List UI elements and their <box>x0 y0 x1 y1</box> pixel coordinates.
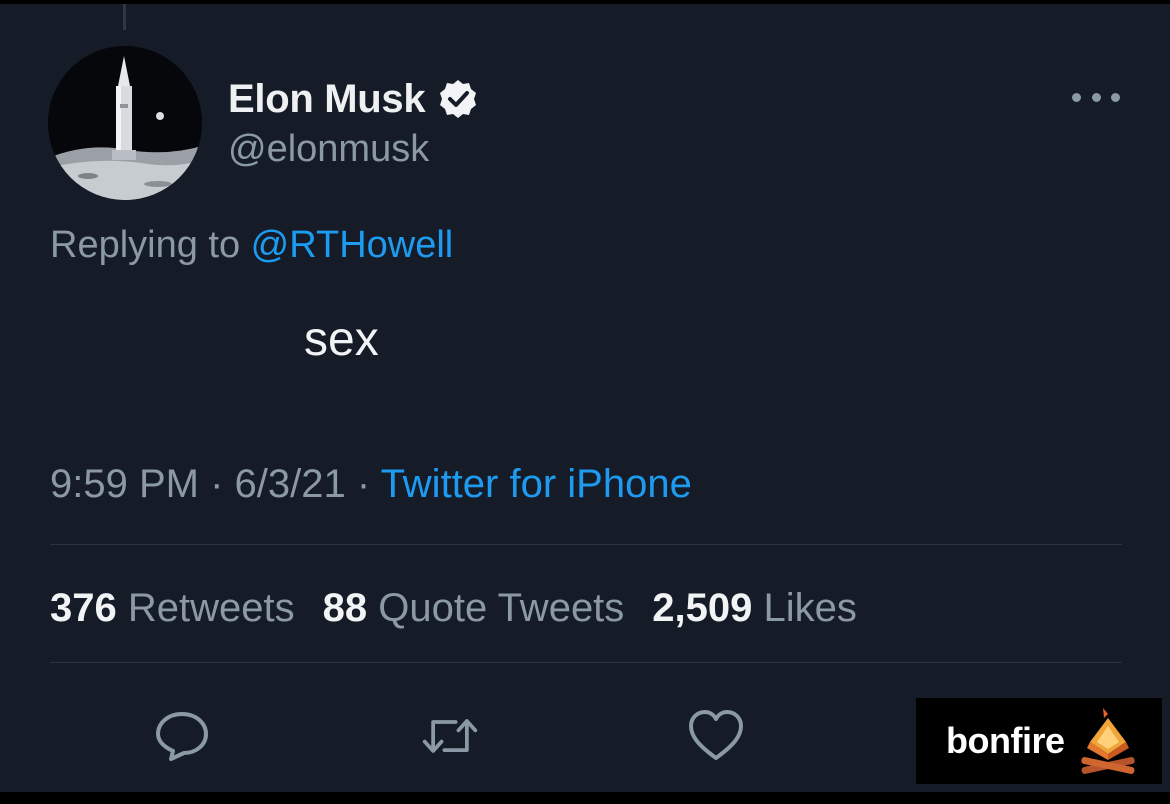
thread-connector-line <box>123 4 126 30</box>
divider <box>50 662 1122 663</box>
divider <box>50 544 1122 545</box>
author-name-row[interactable]: Elon Musk <box>228 74 479 124</box>
quote-tweets-count: 88 <box>322 586 368 630</box>
tweet-date[interactable]: 6/3/21 <box>235 462 346 506</box>
retweet-button[interactable] <box>420 706 480 766</box>
meta-separator: · <box>198 462 235 506</box>
likes-count: 2,509 <box>652 586 753 630</box>
likes-label: Likes <box>752 586 857 630</box>
reply-icon <box>156 712 208 761</box>
retweets-stat[interactable]: 376 Retweets <box>50 586 295 630</box>
bonfire-watermark: bonfire <box>916 698 1162 784</box>
retweets-label: Retweets <box>116 586 295 630</box>
like-icon <box>689 710 743 760</box>
meta-separator: · <box>345 462 381 506</box>
reply-mention-link[interactable]: @RTHowell <box>251 224 454 266</box>
replying-prefix: Replying to <box>50 224 251 266</box>
likes-stat[interactable]: 2,509 Likes <box>652 586 857 630</box>
tweet-stats: 376 Retweets 88 Quote Tweets 2,509 Likes <box>50 586 857 631</box>
avatar[interactable] <box>48 46 202 200</box>
tweet-time[interactable]: 9:59 PM <box>50 462 199 506</box>
verified-badge-icon <box>437 78 479 120</box>
reply-button[interactable] <box>152 706 212 766</box>
more-dot <box>1072 92 1081 102</box>
more-options-icon[interactable] <box>1072 82 1120 112</box>
replying-to-line: Replying to @RTHowell <box>50 224 453 267</box>
bonfire-watermark-text: bonfire <box>946 720 1065 761</box>
tweet-text: sex <box>304 313 379 366</box>
bonfire-logo-icon <box>1077 704 1139 778</box>
more-dot <box>1111 92 1120 102</box>
tweet-card: Elon Musk @elonmusk Replying to @RTHowel… <box>0 4 1170 792</box>
tweet-metadata: 9:59 PM · 6/3/21 · Twitter for iPhone <box>50 462 692 507</box>
tweet-source-link[interactable]: Twitter for iPhone <box>381 462 692 506</box>
more-dot <box>1091 92 1101 102</box>
author-display-name[interactable]: Elon Musk <box>228 77 426 122</box>
author-handle[interactable]: @elonmusk <box>228 128 429 171</box>
retweets-count: 376 <box>50 586 117 630</box>
retweet-icon <box>422 719 478 753</box>
quote-tweets-label: Quote Tweets <box>367 586 625 630</box>
quote-tweets-stat[interactable]: 88 Quote Tweets <box>323 586 625 630</box>
like-button[interactable] <box>686 706 746 766</box>
